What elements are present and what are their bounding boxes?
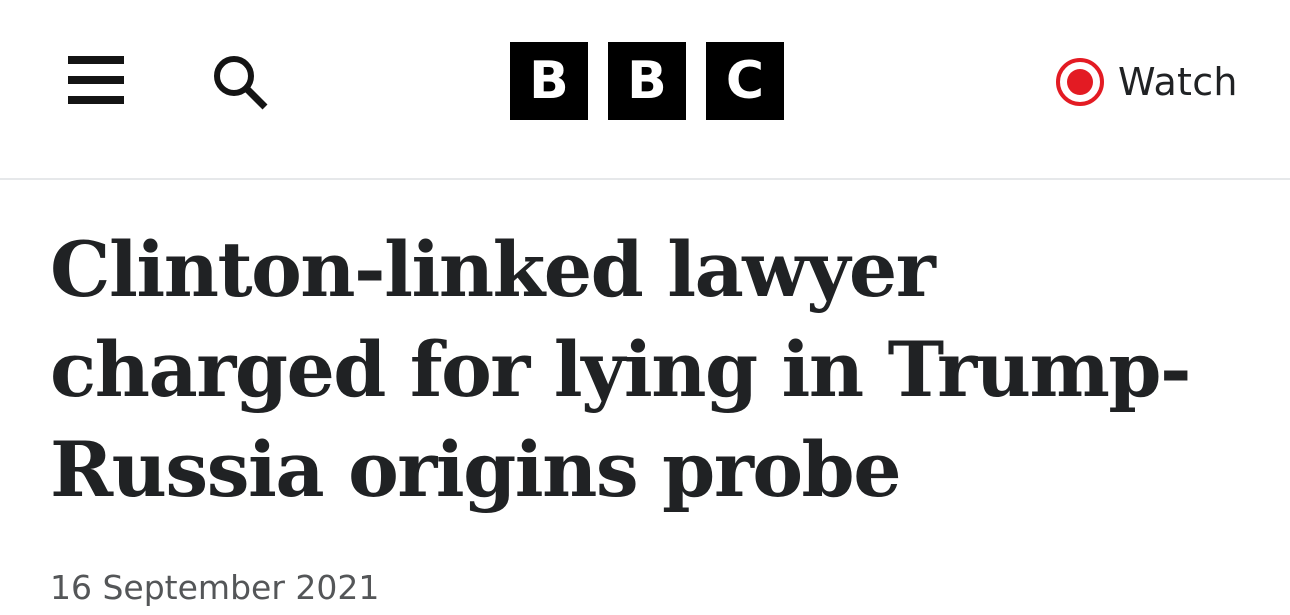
search-button[interactable] — [210, 52, 270, 112]
article-headline: Clinton-linked lawyer charged for lying … — [50, 225, 1192, 514]
search-icon — [214, 56, 268, 110]
logo-block-b2: B — [608, 42, 686, 120]
bbc-logo[interactable]: B B C — [510, 42, 784, 120]
watch-label: Watch — [1118, 60, 1238, 104]
live-record-icon — [1056, 58, 1104, 106]
site-header: B B C Watch — [0, 0, 1290, 180]
logo-block-c: C — [706, 42, 784, 120]
logo-block-b1: B — [510, 42, 588, 120]
watch-button[interactable]: Watch — [1054, 54, 1238, 110]
article-date: 16 September 2021 — [50, 568, 380, 607]
menu-button[interactable] — [66, 52, 126, 108]
